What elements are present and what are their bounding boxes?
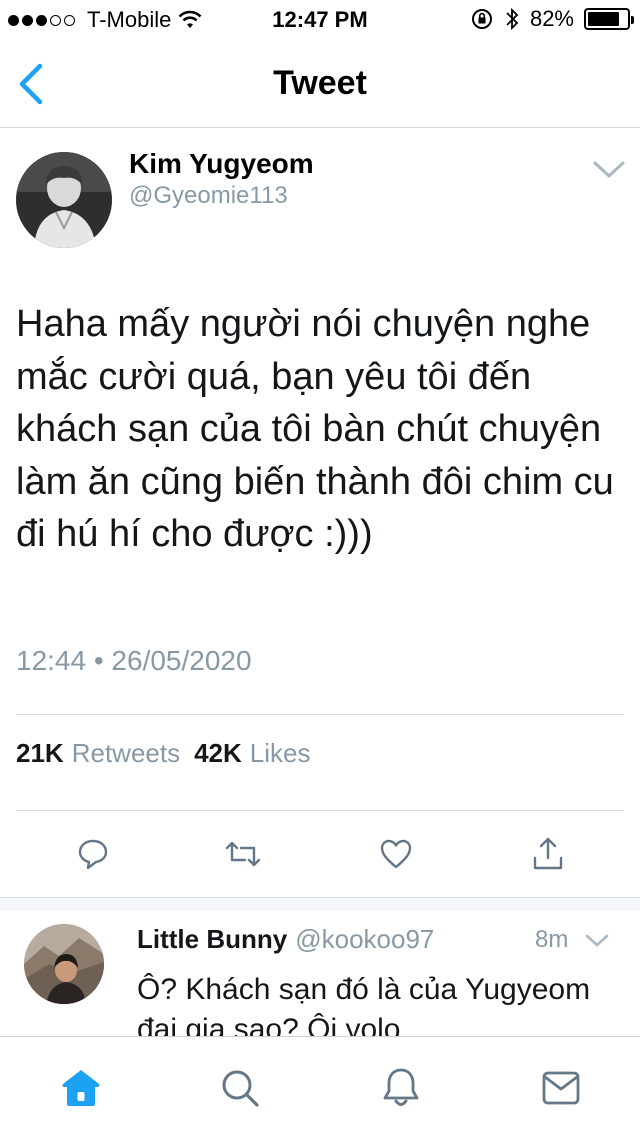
chevron-down-icon bbox=[593, 161, 625, 179]
status-bar: T-Mobile 12:47 PM 82% bbox=[0, 0, 640, 40]
author-handle[interactable]: @Gyeomie113 bbox=[129, 182, 288, 210]
reply-icon bbox=[78, 839, 108, 870]
reply-menu-button[interactable] bbox=[584, 932, 610, 950]
author-avatar[interactable] bbox=[16, 152, 112, 248]
section-divider bbox=[0, 897, 640, 911]
retweet-button[interactable] bbox=[218, 826, 268, 882]
avatar-photo bbox=[16, 152, 112, 248]
tweet-timestamp: 12:44 • 26/05/2020 bbox=[16, 645, 252, 676]
tab-home[interactable] bbox=[58, 1065, 104, 1111]
share-button[interactable] bbox=[523, 826, 573, 882]
home-icon bbox=[62, 1070, 100, 1106]
divider bbox=[16, 810, 624, 811]
tab-bar bbox=[0, 1036, 640, 1136]
notifications-icon bbox=[383, 1068, 419, 1106]
reply-button[interactable] bbox=[68, 826, 118, 882]
bluetooth-icon bbox=[506, 7, 519, 31]
reply-author-handle[interactable]: @kookoo97 bbox=[295, 924, 434, 955]
nav-bar: Tweet bbox=[0, 40, 640, 128]
battery-percentage: 82% bbox=[529, 6, 574, 31]
page-title: Tweet bbox=[273, 64, 367, 102]
reply-time: 8m bbox=[535, 926, 569, 953]
author-name[interactable]: Kim Yugyeom bbox=[129, 148, 314, 180]
retweets-label: Retweets bbox=[71, 738, 181, 768]
tweet-actions bbox=[0, 826, 640, 886]
tab-notifications[interactable] bbox=[378, 1065, 424, 1111]
tab-search[interactable] bbox=[217, 1065, 263, 1111]
retweets-stat[interactable]: 21K Retweets bbox=[16, 738, 180, 769]
rotation-lock-icon bbox=[471, 9, 492, 29]
battery-level bbox=[588, 12, 620, 26]
reply-text: Ô? Khách sạn đó là của Yugyeom đại gia s… bbox=[137, 973, 591, 1036]
reply-author-name[interactable]: Little Bunny bbox=[137, 924, 287, 955]
status-right: 82% bbox=[470, 6, 634, 32]
reply-header: Little Bunny @kookoo97 bbox=[137, 924, 434, 955]
likes-label: Likes bbox=[249, 738, 311, 768]
messages-icon bbox=[542, 1071, 580, 1105]
share-icon bbox=[533, 837, 563, 870]
avatar-photo bbox=[24, 924, 104, 1004]
tweet-stats: 21K Retweets 42K Likes bbox=[16, 738, 311, 769]
chevron-down-icon bbox=[585, 934, 609, 947]
tweet-menu-button[interactable] bbox=[592, 158, 626, 182]
like-button[interactable] bbox=[371, 826, 421, 882]
likes-count: 42K bbox=[194, 738, 242, 768]
search-icon bbox=[222, 1070, 259, 1107]
battery-icon bbox=[584, 8, 634, 30]
heart-icon bbox=[380, 839, 412, 869]
tab-messages[interactable] bbox=[538, 1065, 584, 1111]
tweet-text: Haha mấy người nói chuyện nghe mắc cười … bbox=[16, 303, 614, 555]
likes-stat[interactable]: 42K Likes bbox=[194, 738, 310, 769]
reply-author-avatar[interactable] bbox=[24, 924, 104, 1004]
retweets-count: 21K bbox=[16, 738, 64, 768]
divider bbox=[16, 714, 624, 715]
retweet-icon bbox=[225, 841, 261, 867]
